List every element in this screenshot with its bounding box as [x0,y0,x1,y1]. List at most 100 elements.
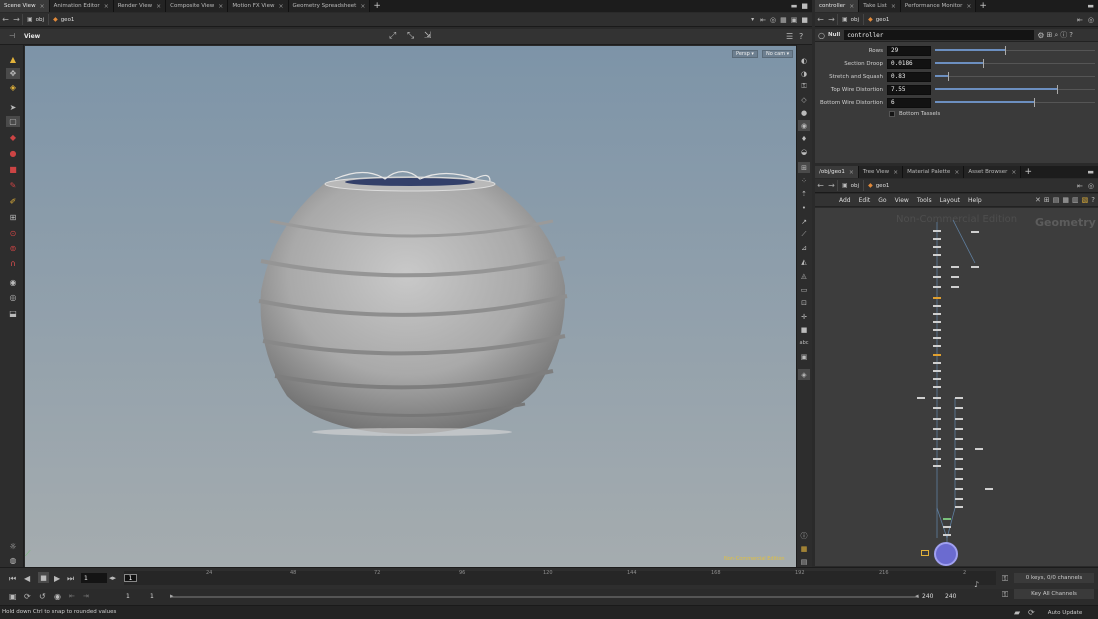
current-frame-field[interactable]: 1 [81,573,107,583]
network-node[interactable] [943,526,951,528]
network-node-highlighted[interactable] [933,297,941,299]
section-droop-field[interactable]: 0.0186 [887,58,931,69]
close-icon[interactable]: × [893,169,898,176]
breadcrumb-obj[interactable]: ▣ obj [22,14,48,25]
tab-render-view[interactable]: Render View × [113,0,167,12]
close-icon[interactable]: × [849,3,854,10]
network-node[interactable] [971,231,979,233]
range-end-value-2[interactable]: 240 [945,593,956,600]
rotate-tool-icon[interactable]: ◈ [6,82,20,93]
network-editor[interactable]: Non-Commercial Edition Geometry [815,208,1098,566]
range-start-icon[interactable]: ⇤ [69,592,75,600]
breadcrumb-geo[interactable]: ◆ geo1 [48,14,78,25]
display-flag-icon[interactable]: ◍ [6,555,20,566]
stop-icon[interactable]: ■ [38,572,49,583]
pose-tool-icon[interactable]: ◆ [6,132,20,143]
back-arrow-icon[interactable]: ← [815,180,826,191]
go-to-start-icon[interactable]: ⏮ [9,574,16,584]
menu-go[interactable]: Go [874,197,890,204]
network-node[interactable] [933,386,941,388]
back-arrow-icon[interactable]: ← [815,14,826,25]
maximize-icon[interactable]: ■ [801,2,808,10]
menu-layout[interactable]: Layout [936,197,964,204]
network-node[interactable] [933,418,941,420]
range-handle-right-icon[interactable]: ◂ [915,592,919,600]
pin-icon[interactable]: ⇤ [760,16,766,24]
stretch-and-squash-field[interactable]: 0.83 [887,71,931,82]
add-tab-button[interactable]: + [370,1,384,11]
breadcrumb-geo[interactable]: ◆ geo1 [863,180,893,191]
points-icon[interactable]: ⁘ [798,175,810,186]
breadcrumb-obj[interactable]: ▣ obj [837,180,863,191]
pane-menu-icon[interactable]: ▬ [1087,2,1094,10]
play-icon[interactable]: ▶ [54,574,60,583]
slider-knob[interactable] [983,59,984,68]
transform-tool-icon[interactable]: ✥ [6,68,20,79]
range-slider[interactable] [171,596,919,598]
network-node[interactable] [933,329,941,331]
network-node[interactable] [933,465,941,467]
forward-arrow-icon[interactable]: → [11,14,22,25]
tab-performance-monitor[interactable]: Performance Monitor × [900,0,977,12]
auto-update-menu[interactable]: Auto Update [1040,608,1090,618]
rows-field[interactable]: 29 [887,45,931,56]
search-icon[interactable]: ⌕ [1054,31,1058,40]
info-icon[interactable]: ⓘ [798,530,810,541]
network-node[interactable] [955,498,963,500]
stretch-and-squash-slider[interactable] [935,72,1095,81]
network-node[interactable] [955,488,963,490]
snap-grid-icon[interactable]: ⊞ [6,212,20,223]
ghost-icon[interactable]: ◑ [798,68,810,79]
menu-add[interactable]: Add [835,197,855,204]
sim-icon[interactable]: ◉ [54,592,61,601]
brush-tool-icon[interactable]: ✐ [6,196,20,207]
text-labels-icon[interactable]: abc [798,337,810,348]
settings-icon[interactable]: ▣ [9,592,17,601]
network-node[interactable] [933,246,941,248]
network-node[interactable] [943,534,951,536]
handle-mode-icon[interactable]: ⇲ [424,31,432,41]
add-tab-button[interactable]: + [1021,167,1035,177]
sticky-note-icon[interactable]: ▧ [1082,196,1089,204]
network-node[interactable] [955,468,963,470]
network-node[interactable] [951,286,959,288]
pin-icon[interactable]: ⊣ [9,32,15,40]
link-icon[interactable]: ◎ [770,16,776,24]
link-icon[interactable]: ◎ [1088,16,1094,24]
pane-menu-icon[interactable]: ▬ [1087,168,1094,176]
view-tool-icon[interactable]: ▢ [6,116,20,127]
tab-tree-view[interactable]: Tree View × [858,166,904,178]
network-node[interactable] [933,438,941,440]
bottom-wire-distortion-slider[interactable] [935,98,1095,107]
network-node[interactable] [975,448,983,450]
network-node[interactable] [933,370,941,372]
flipbook-icon[interactable]: ▤ [798,556,810,567]
close-icon[interactable]: × [278,3,283,10]
link-icon[interactable]: ◎ [1088,182,1094,190]
origin-icon[interactable]: ✛ [798,311,810,322]
handle-tool-icon[interactable]: ● [6,148,20,159]
tab-motion-fx-view[interactable]: Motion FX View × [228,0,289,12]
lock-view-icon[interactable]: ◉ [6,277,20,288]
network-node[interactable] [933,286,941,288]
step-back-icon[interactable]: ◀ [24,574,30,583]
curve-icon[interactable]: ◭ [798,256,810,267]
close-icon[interactable]: × [360,3,365,10]
viewport-canvas[interactable]: Persp ▾ No cam ▾ Non-Commercial Edition … [25,46,796,567]
layout-icon[interactable]: ▣ [791,16,798,24]
breadcrumb-obj[interactable]: ▣ obj [837,14,863,25]
close-icon[interactable]: × [104,3,109,10]
network-node[interactable] [933,345,941,347]
network-node[interactable] [933,238,941,240]
help-icon[interactable]: ? [1069,31,1073,39]
network-node[interactable] [955,448,963,450]
menu-edit[interactable]: Edit [855,197,875,204]
paint-tool-icon[interactable]: ✎ [6,180,20,191]
bounding-box-icon[interactable]: ▭ [798,284,810,295]
dropdown-icon[interactable]: ▾ [751,16,754,23]
network-node[interactable] [933,397,941,399]
slider-knob[interactable] [947,72,949,81]
display-toggle-icon[interactable]: ☰ [786,32,793,41]
close-icon[interactable]: × [218,3,223,10]
pin-icon[interactable]: ⇤ [1077,182,1083,190]
